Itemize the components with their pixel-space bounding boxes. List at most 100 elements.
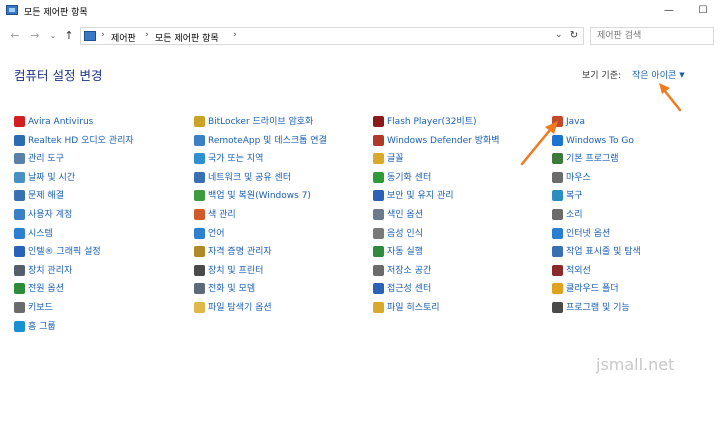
item-label: 문제 해결	[28, 191, 64, 201]
item-label: 음성 인식	[387, 229, 423, 239]
item-label: 기본 프로그램	[566, 154, 619, 164]
navigation-bar: ← → ⌄ ↑ › 제어판 › 모든 제어판 항목 › ⌄ ↻	[0, 24, 720, 48]
infrared-icon	[552, 265, 563, 276]
item-label: 언어	[208, 229, 225, 239]
item-label: 시스템	[28, 229, 53, 239]
color-management-icon	[194, 209, 205, 220]
homegroup-icon	[14, 321, 25, 332]
item-label: Windows To Go	[566, 136, 634, 146]
device-manager-icon	[14, 265, 25, 276]
item-label: 인터넷 옵션	[566, 229, 611, 239]
item-label: Avira Antivirus	[28, 117, 94, 127]
recent-locations-button[interactable]: ⌄	[46, 28, 60, 44]
programs-features-icon	[552, 302, 563, 313]
watermark: jsmall.net	[596, 355, 675, 374]
item-label: 인텔® 그래픽 설정	[28, 247, 101, 257]
network-icon	[194, 172, 205, 183]
breadcrumb-separator[interactable]: ›	[233, 30, 237, 40]
autoplay-icon	[373, 246, 384, 257]
system-icon	[14, 228, 25, 239]
item-label: BitLocker 드라이브 암호화	[208, 117, 314, 127]
troubleshoot-icon	[14, 190, 25, 201]
maximize-button[interactable]: ☐	[686, 0, 720, 22]
item-label: RemoteApp 및 데스크톱 연결	[208, 136, 327, 146]
speaker-icon	[14, 135, 25, 146]
item-label: 색인 옵션	[387, 210, 423, 220]
window-title: 모든 제어판 항목	[24, 8, 88, 18]
item-label: 장치 및 프린터	[208, 266, 264, 276]
forward-button[interactable]: →	[28, 28, 42, 44]
item-label: 접근성 센터	[387, 284, 432, 294]
annotation-arrow-icon	[659, 83, 682, 112]
item-label: 장치 관리자	[28, 266, 73, 276]
address-dropdown-icon[interactable]: ⌄	[555, 30, 563, 40]
internet-options-icon	[552, 228, 563, 239]
power-icon	[14, 283, 25, 294]
title-bar: 모든 제어판 항목 — ☐	[0, 0, 720, 22]
language-icon	[194, 228, 205, 239]
bitlocker-icon	[194, 116, 205, 127]
admin-tools-icon	[14, 153, 25, 164]
fonts-icon	[373, 153, 384, 164]
remoteapp-icon	[194, 135, 205, 146]
item-label: 사용자 계정	[28, 210, 73, 220]
firewall-icon	[373, 135, 384, 146]
item-label: 파일 탐색기 옵션	[208, 303, 272, 313]
backup-icon	[194, 190, 205, 201]
breadcrumb-separator[interactable]: ›	[101, 30, 105, 40]
credential-icon	[194, 246, 205, 257]
item-label: 전원 옵션	[28, 284, 64, 294]
minimize-button[interactable]: —	[652, 0, 686, 22]
microphone-icon	[373, 228, 384, 239]
item-label: 보안 및 유지 관리	[387, 191, 454, 201]
address-bar[interactable]: › 제어판 › 모든 제어판 항목 › ⌄ ↻	[80, 27, 584, 45]
item-label: 글꼴	[387, 154, 404, 164]
keyboard-icon	[14, 302, 25, 313]
item-label: 자동 실행	[387, 247, 423, 257]
item-label: Flash Player(32비트)	[387, 117, 477, 127]
phone-modem-icon	[194, 283, 205, 294]
item-label: 네트워크 및 공유 센터	[208, 173, 292, 183]
item-label: 날짜 및 시간	[28, 173, 76, 183]
region-icon	[194, 153, 205, 164]
refresh-button[interactable]: ↻	[567, 29, 581, 43]
control-panel-icon	[84, 31, 96, 41]
item-label: 작업 표시줄 및 탐색	[566, 247, 641, 257]
item-label: 관리 도구	[28, 154, 64, 164]
back-button[interactable]: ←	[8, 28, 22, 44]
item-label: 마우스	[566, 173, 591, 183]
breadcrumb-separator[interactable]: ›	[145, 30, 149, 40]
view-by-label: 보기 기준:	[582, 71, 622, 81]
search-input[interactable]	[590, 27, 714, 45]
item-label: Realtek HD 오디오 관리자	[28, 136, 134, 146]
breadcrumb-all-items[interactable]: 모든 제어판 항목	[155, 31, 219, 44]
item-label: 파일 히스토리	[387, 303, 440, 313]
item-label: 프로그램 및 기능	[566, 303, 630, 313]
storage-icon	[373, 265, 384, 276]
item-label: 홈 그룹	[28, 322, 56, 332]
item-label: 클라우드 폴더	[566, 284, 619, 294]
folder-options-icon	[194, 302, 205, 313]
ease-of-access-icon	[373, 283, 384, 294]
file-history-icon	[373, 302, 384, 313]
item-label: 적외선	[566, 266, 591, 276]
item-label: 전화 및 모뎀	[208, 284, 256, 294]
item-label: 국가 또는 지역	[208, 154, 264, 164]
page-title: 컴퓨터 설정 변경	[14, 68, 103, 83]
item-label: 저장소 공간	[387, 266, 432, 276]
sync-icon	[373, 172, 384, 183]
printer-icon	[194, 265, 205, 276]
item-label: 색 관리	[208, 210, 236, 220]
item-label: 소리	[566, 210, 583, 220]
intel-graphics-icon	[14, 246, 25, 257]
annotation-arrow-icon	[520, 121, 558, 166]
up-button[interactable]: ↑	[62, 28, 76, 44]
item-label: 동기화 센터	[387, 173, 432, 183]
breadcrumb-control-panel[interactable]: 제어판	[111, 31, 136, 44]
user-accounts-icon	[14, 209, 25, 220]
avira-icon	[14, 116, 25, 127]
recovery-icon	[552, 190, 563, 201]
taskbar-icon	[552, 246, 563, 257]
flash-icon	[373, 116, 384, 127]
work-folders-icon	[552, 283, 563, 294]
